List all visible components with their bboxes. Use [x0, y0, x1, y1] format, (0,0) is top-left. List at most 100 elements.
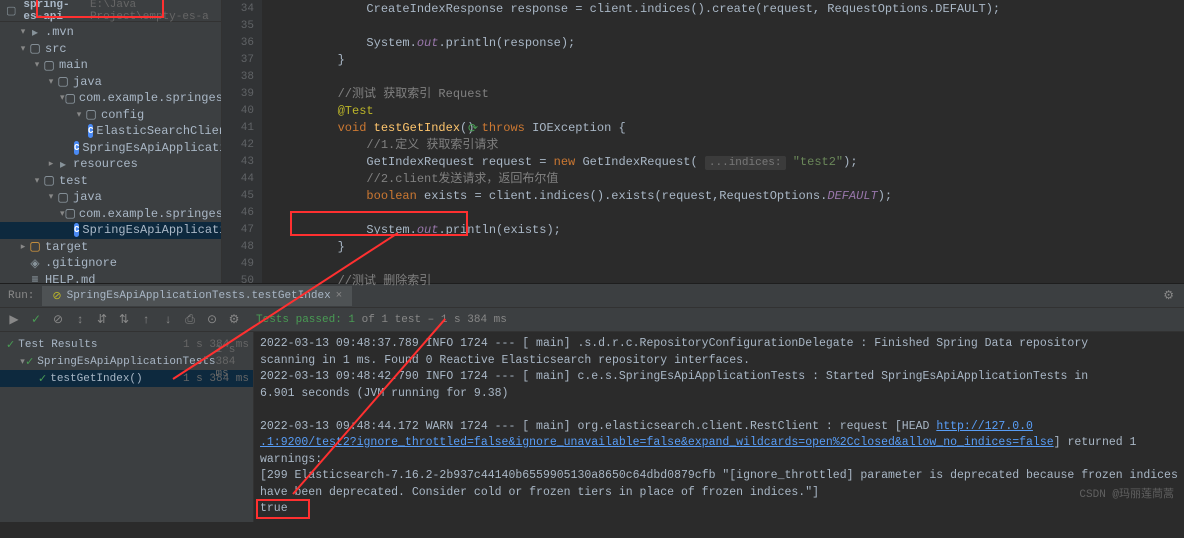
chevron-icon: ▾: [18, 27, 28, 37]
class-icon: C: [74, 223, 79, 237]
line-number: 40: [222, 103, 254, 120]
rerun-icon[interactable]: ▶: [6, 312, 22, 328]
tree-item-resources[interactable]: ▸▸resources: [0, 156, 221, 173]
tree-item--mvn[interactable]: ▾▸.mvn: [0, 24, 221, 41]
next-icon[interactable]: ↓: [160, 312, 176, 328]
chevron-icon: ▾: [32, 60, 42, 70]
project-sidebar: ▢ spring-es-api E:\Java Project\empty-es…: [0, 0, 222, 283]
close-icon[interactable]: ×: [336, 290, 343, 302]
tree-label: HELP.md: [45, 273, 95, 283]
console-line: 6.901 seconds (JVM running for 9.38): [260, 386, 1178, 403]
test-class-label: SpringEsApiApplicationTests: [37, 356, 215, 368]
collapse-icon[interactable]: ⇅: [116, 312, 132, 328]
tree-label: config: [101, 108, 144, 122]
line-number: 45: [222, 188, 254, 205]
test-method-row[interactable]: ✓ testGetIndex() 1 s 384 ms: [0, 370, 253, 387]
code-l42: //1.定义 获取索引请求: [280, 137, 1184, 154]
run-label: Run:: [0, 290, 42, 302]
class-icon: C: [88, 124, 93, 138]
code-l45: boolean exists = client.indices().exists…: [280, 188, 1184, 205]
check-icon[interactable]: ✓: [28, 312, 44, 328]
tree-item-src[interactable]: ▾▢src: [0, 41, 221, 58]
project-path: E:\Java Project\empty-es-a: [90, 0, 215, 23]
export-icon[interactable]: ⎙: [182, 312, 198, 328]
file-icon: ≡: [28, 273, 42, 283]
prev-icon[interactable]: ↑: [138, 312, 154, 328]
settings-icon[interactable]: ⚙: [226, 312, 242, 328]
code-area[interactable]: CreateIndexResponse response = client.in…: [262, 0, 1184, 283]
code-editor[interactable]: 3435363738394041424344454647484950 Creat…: [222, 0, 1184, 283]
filter-fail-icon[interactable]: ⊘: [50, 312, 66, 328]
tree-label: java: [73, 190, 102, 204]
test-tree[interactable]: ✓ Test Results 1 s 384 ms ▾ ✓ SpringEsAp…: [0, 332, 254, 522]
tree-item-java[interactable]: ▾▢java: [0, 74, 221, 91]
tree-label: com.example.springesapi: [79, 91, 221, 105]
class-icon: C: [74, 141, 79, 155]
tree-item-target[interactable]: ▸▢target: [0, 239, 221, 256]
tree-item-springesapiapplication[interactable]: CSpringEsApiApplication: [0, 140, 221, 157]
pkg-icon: ▢: [84, 108, 98, 122]
console-line: have been deprecated. Consider cold or f…: [260, 485, 1178, 502]
dir-icon: ▸: [56, 157, 70, 171]
tree-label: java: [73, 75, 102, 89]
tree-item--gitignore[interactable]: ◈.gitignore: [0, 255, 221, 272]
tree-item-elasticsearchclientconf[interactable]: CElasticSearchClientConf: [0, 123, 221, 140]
tree-item-java[interactable]: ▾▢java: [0, 189, 221, 206]
tree-label: resources: [73, 157, 138, 171]
tree-label: main: [59, 58, 88, 72]
line-number: 46: [222, 205, 254, 222]
tree-item-main[interactable]: ▾▢main: [0, 57, 221, 74]
tree-item-com-example-springesapi[interactable]: ▾▢com.example.springesapi: [0, 90, 221, 107]
console-line: 2022-03-13 09:48:44.172 WARN 1724 --- [ …: [260, 419, 1178, 436]
project-name: spring-es-api: [23, 0, 86, 23]
code-l46: [280, 205, 1184, 222]
gear-icon[interactable]: ⚙: [1163, 288, 1174, 303]
project-tree[interactable]: ▾▸.mvn▾▢src▾▢main▾▢java▾▢com.example.spr…: [0, 22, 221, 283]
src-icon: ▢: [42, 58, 56, 72]
run-toolbar: ▶ ✓ ⊘ ↕ ⇵ ⇅ ↑ ↓ ⎙ ⊙ ⚙ Tests passed: 1 of…: [0, 308, 1184, 332]
url-link[interactable]: http://127.0.0: [936, 420, 1033, 433]
line-number: 39: [222, 86, 254, 103]
tests-passed: Tests passed: 1: [256, 314, 355, 326]
console-output[interactable]: 2022-03-13 09:48:37.789 INFO 1724 --- [ …: [254, 332, 1184, 522]
tree-label: SpringEsApiApplicationTes: [82, 223, 221, 237]
console-line: 2022-03-13 09:48:37.789 INFO 1724 --- [ …: [260, 336, 1178, 353]
tree-item-com-example-springesapi[interactable]: ▾▢com.example.springesapi: [0, 206, 221, 223]
breadcrumb: ▢ spring-es-api E:\Java Project\empty-es…: [0, 0, 221, 22]
history-icon[interactable]: ⊙: [204, 312, 220, 328]
line-number: 49: [222, 256, 254, 273]
code-l41: void testGetIndex() throws IOException {: [280, 120, 1184, 137]
tree-item-springesapiapplicationtes[interactable]: CSpringEsApiApplicationTes: [0, 222, 221, 239]
run-tab-label: SpringEsApiApplicationTests.testGetIndex: [67, 290, 331, 302]
test-method-label: testGetIndex(): [50, 373, 142, 385]
run-marker-icon[interactable]: ⟳: [468, 121, 478, 136]
target-icon: ▢: [28, 240, 42, 254]
ok-icon: ✓: [25, 355, 34, 369]
console-line: [260, 402, 1178, 419]
line-number: 42: [222, 137, 254, 154]
line-gutter: 3435363738394041424344454647484950: [222, 0, 262, 283]
ok-icon: ✓: [38, 372, 47, 386]
line-number: 37: [222, 52, 254, 69]
tree-label: SpringEsApiApplication: [82, 141, 221, 155]
console-line: [299 Elasticsearch-7.16.2-2b937c44140b65…: [260, 468, 1178, 485]
code-l47: System.out.println(exists);: [280, 222, 1184, 239]
code-l50: //测试 删除索引: [280, 273, 1184, 290]
tree-item-test[interactable]: ▾▢test: [0, 173, 221, 190]
test-icon: ⊘: [52, 289, 61, 303]
src-icon: ▢: [56, 75, 70, 89]
line-number: 41: [222, 120, 254, 137]
tests-total: of 1 test – 1 s 384 ms: [355, 314, 507, 326]
tree-item-help-md[interactable]: ≡HELP.md: [0, 272, 221, 284]
code-l35: [280, 18, 1184, 35]
sort-icon[interactable]: ↕: [72, 312, 88, 328]
line-number: 50: [222, 273, 254, 290]
line-number: 48: [222, 239, 254, 256]
test-class-row[interactable]: ▾ ✓ SpringEsApiApplicationTests 1 s 384 …: [0, 353, 253, 370]
line-number: 38: [222, 69, 254, 86]
console-line: .1:9200/test2?ignore_throttled=false&ign…: [260, 435, 1178, 468]
tree-item-config[interactable]: ▾▢config: [0, 107, 221, 124]
expand-icon[interactable]: ⇵: [94, 312, 110, 328]
url-link[interactable]: .1:9200/test2?ignore_throttled=false&ign…: [260, 436, 1054, 449]
tree-label: .gitignore: [45, 256, 117, 270]
